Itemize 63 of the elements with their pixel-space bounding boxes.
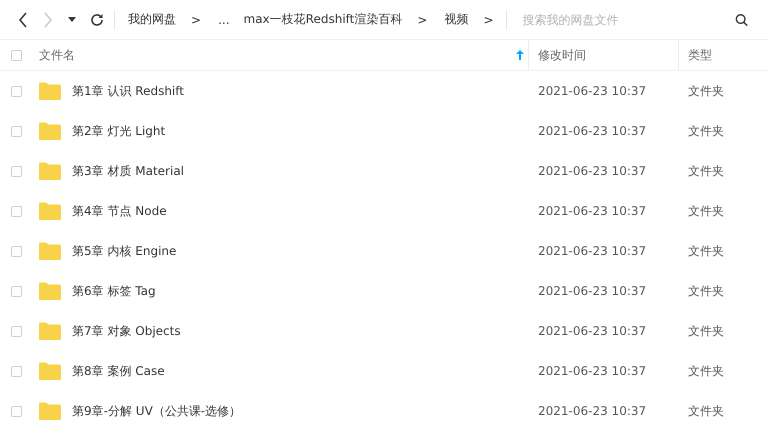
column-header[interactable]: 文件名	[39, 46, 75, 64]
folder-icon	[39, 122, 61, 140]
checkbox[interactable]	[11, 166, 22, 176]
folder-icon	[39, 82, 61, 100]
modified-time: 2021-06-23 10:37	[538, 204, 648, 218]
search-field[interactable]: 搜索我的网盘文件	[506, 10, 721, 30]
modified-time: 2021-06-23 10:37	[538, 84, 648, 98]
folder-name[interactable]: 第1章 认识 Redshift	[72, 82, 184, 100]
refresh-icon[interactable]	[90, 12, 104, 26]
modified-time: 2021-06-23 10:37	[538, 324, 648, 338]
folder-name[interactable]: 第2章 灯光 Light	[72, 122, 166, 140]
column-header[interactable]: 类型	[688, 46, 712, 64]
modified-time: 2021-06-23 10:37	[538, 364, 648, 378]
folder-icon	[39, 402, 61, 420]
modified-time: 2021-06-23 10:37	[538, 164, 648, 178]
file-type: 文件夹	[688, 322, 725, 340]
file-type: 文件夹	[688, 122, 725, 140]
checkbox[interactable]	[11, 286, 22, 296]
back-icon[interactable]	[18, 12, 28, 28]
folder-icon	[39, 362, 61, 380]
file-type: 文件夹	[688, 242, 725, 260]
file-type: 文件夹	[688, 82, 725, 100]
folder-icon	[39, 162, 61, 180]
breadcrumb-link[interactable]: ...	[213, 12, 239, 26]
modified-time: 2021-06-23 10:37	[538, 404, 648, 418]
dropdown-icon[interactable]	[68, 17, 76, 22]
folder-name[interactable]: 第3章 材质 Material	[72, 162, 184, 180]
folder-icon	[39, 202, 61, 220]
checkbox[interactable]	[11, 326, 22, 336]
breadcrumb-link[interactable]: max一枝花Redshift渲染百科	[238, 11, 412, 28]
checkbox[interactable]	[11, 206, 22, 216]
checkbox[interactable]	[11, 246, 22, 256]
folder-icon	[39, 282, 61, 300]
chevron-separator: >	[416, 12, 428, 26]
chevron-separator: >	[482, 12, 494, 26]
checkbox[interactable]	[11, 406, 22, 416]
sort-arrow-icon[interactable]	[516, 50, 524, 60]
search-icon[interactable]	[734, 12, 748, 26]
file-type: 文件夹	[688, 402, 725, 420]
folder-name[interactable]: 第9章-分解 UV（公共课-选修）	[72, 402, 242, 420]
checkbox[interactable]	[11, 126, 22, 136]
folder-icon	[39, 242, 61, 260]
folder-name[interactable]: 第7章 对象 Objects	[72, 322, 181, 340]
folder-name[interactable]: 第5章 内核 Engine	[72, 242, 176, 260]
folder-icon	[39, 322, 61, 340]
modified-time: 2021-06-23 10:37	[538, 284, 648, 298]
file-type: 文件夹	[688, 362, 725, 380]
chevron-separator: >	[190, 12, 202, 26]
checkbox[interactable]	[11, 366, 22, 376]
search-input[interactable]: 搜索我的网盘文件	[514, 12, 721, 26]
folder-name[interactable]: 第8章 案例 Case	[72, 362, 165, 380]
column-header[interactable]: 修改时间	[538, 46, 586, 64]
breadcrumb-link[interactable]: 视频	[439, 11, 478, 28]
checkbox[interactable]	[11, 50, 22, 60]
file-type: 文件夹	[688, 282, 725, 300]
file-type: 文件夹	[688, 162, 725, 180]
breadcrumb-link[interactable]: 我的网盘	[123, 11, 185, 28]
modified-time: 2021-06-23 10:37	[538, 124, 648, 138]
modified-time: 2021-06-23 10:37	[538, 244, 648, 258]
folder-name[interactable]: 第6章 标签 Tag	[72, 282, 156, 300]
checkbox[interactable]	[11, 86, 22, 96]
folder-name[interactable]: 第4章 节点 Node	[72, 202, 167, 220]
file-type: 文件夹	[688, 202, 725, 220]
